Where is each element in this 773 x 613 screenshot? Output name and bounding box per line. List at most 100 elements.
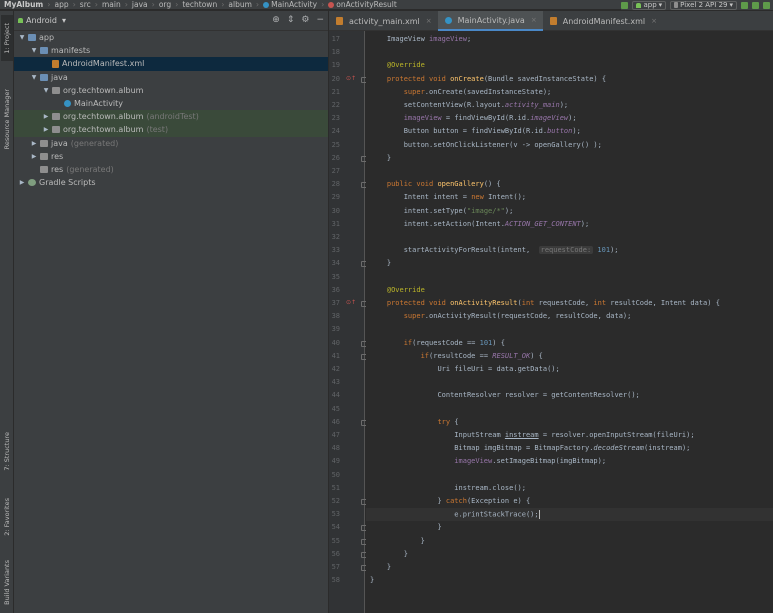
editor-tab[interactable]: AndroidManifest.xml × bbox=[543, 11, 663, 31]
structure-tab[interactable]: 7: Structure bbox=[1, 423, 13, 479]
favorites-label: 2: Favorites bbox=[3, 498, 11, 536]
editor-tab-label: activity_main.xml bbox=[349, 16, 420, 26]
code-line: } bbox=[437, 523, 442, 532]
folder-icon bbox=[52, 126, 60, 134]
code-line: super.onActivityResult(requestCode, resu… bbox=[403, 312, 632, 321]
favorites-tab[interactable]: 2: Favorites bbox=[1, 489, 13, 545]
folder-icon bbox=[40, 139, 48, 147]
minimize-icon[interactable]: − bbox=[316, 15, 324, 25]
breadcrumb-item[interactable]: app bbox=[53, 0, 69, 9]
folder-icon bbox=[40, 73, 48, 81]
tool-window-strip: 1: Project Resource Manager 7: Structure… bbox=[0, 11, 14, 613]
line-number: 34 bbox=[331, 259, 340, 268]
breadcrumb-label: src bbox=[79, 0, 91, 9]
tree-item[interactable]: MainActivity bbox=[14, 97, 328, 110]
tree-item-label: org.techtown.album bbox=[63, 125, 144, 135]
tree-item[interactable]: ▶ org.techtown.album (androidTest) bbox=[14, 110, 328, 124]
line-number: 58 bbox=[331, 576, 340, 585]
tree-item-suffix: (androidTest) bbox=[146, 112, 199, 122]
tree-item[interactable]: ▼ java bbox=[14, 71, 328, 84]
tree-item[interactable]: ▶ Gradle Scripts bbox=[14, 176, 328, 189]
collapse-arrow-icon[interactable]: ▶ bbox=[42, 126, 50, 133]
close-icon[interactable]: × bbox=[651, 17, 657, 25]
collapse-arrow-icon[interactable]: ▶ bbox=[30, 140, 38, 147]
apply-changes-icon[interactable] bbox=[741, 1, 748, 9]
project-panel-header: Android ▾ ⊕ ⇕ ⚙ − bbox=[14, 11, 328, 31]
breadcrumb-item[interactable]: java bbox=[131, 0, 149, 9]
collapse-all-icon[interactable]: ⇕ bbox=[287, 15, 295, 25]
expand-arrow-icon[interactable]: ▼ bbox=[30, 47, 38, 54]
code-line: e.printStackTrace(); bbox=[454, 510, 540, 520]
build-variants-tab[interactable]: Build Variants bbox=[1, 553, 13, 611]
breadcrumb-item[interactable]: techtown bbox=[181, 0, 218, 9]
breadcrumb-separator: › bbox=[47, 0, 51, 9]
breadcrumb-item[interactable]: onActivityResult bbox=[327, 0, 398, 9]
line-number: 23 bbox=[331, 114, 340, 123]
project-panel-tools: ⊕ ⇕ ⚙ − bbox=[272, 15, 324, 25]
breadcrumb-item[interactable]: src bbox=[79, 0, 92, 9]
override-marker-icon[interactable]: ⊙↑ bbox=[346, 299, 356, 306]
editor-tab[interactable]: activity_main.xml × bbox=[329, 11, 438, 31]
code-line: intent.setType("image/*"); bbox=[403, 206, 514, 215]
line-number: 18 bbox=[331, 48, 340, 57]
expand-arrow-icon[interactable]: ▼ bbox=[18, 34, 26, 41]
expand-arrow-icon[interactable]: ▼ bbox=[42, 87, 50, 94]
line-number: 31 bbox=[331, 219, 340, 228]
editor-tab[interactable]: MainActivity.java × bbox=[437, 11, 543, 31]
code-line: super.onCreate(savedInstanceState); bbox=[403, 87, 552, 96]
gradle-icon bbox=[28, 179, 36, 187]
code-line: if(requestCode == 101) { bbox=[403, 338, 505, 347]
tree-item[interactable]: ▶ res bbox=[14, 150, 328, 163]
tree-item-label: manifests bbox=[51, 46, 91, 56]
code-line: protected void onActivityResult(int requ… bbox=[386, 299, 720, 307]
class-icon bbox=[444, 16, 452, 24]
tree-item[interactable]: ▼ app bbox=[14, 31, 328, 44]
tree-item[interactable]: res (generated) bbox=[14, 163, 328, 176]
device-select[interactable]: Pixel 2 API 29 ▾ bbox=[670, 0, 737, 10]
tree-item[interactable]: AndroidManifest.xml bbox=[14, 57, 328, 71]
resource-manager-tab[interactable]: Resource Manager bbox=[1, 73, 13, 165]
collapse-arrow-icon[interactable]: ▶ bbox=[42, 113, 50, 120]
breadcrumb-item[interactable]: MainActivity bbox=[262, 0, 318, 9]
line-number: 38 bbox=[331, 312, 340, 321]
device-label: Pixel 2 API 29 bbox=[680, 1, 728, 9]
line-number: 51 bbox=[331, 483, 340, 492]
project-view-select[interactable]: Android ▾ bbox=[18, 16, 66, 25]
tree-item[interactable]: ▶ org.techtown.album (test) bbox=[14, 123, 328, 137]
tree-item[interactable]: ▼ manifests bbox=[14, 44, 328, 57]
code-line: public void openGallery() { bbox=[386, 180, 501, 189]
code-editor[interactable]: ImageView imageView; @Override protected… bbox=[366, 31, 773, 613]
locate-icon[interactable]: ⊕ bbox=[272, 15, 280, 25]
code-line: Bitmap imgBitmap = BitmapFactory.decodeS… bbox=[454, 444, 691, 453]
line-number: 42 bbox=[331, 365, 340, 373]
code-line: imageView = findViewById(R.id.imageView)… bbox=[403, 114, 577, 123]
close-icon[interactable]: × bbox=[426, 17, 432, 25]
code-line: startActivityForResult(intent, requestCo… bbox=[403, 246, 619, 255]
breadcrumb-label: main bbox=[101, 0, 121, 9]
override-marker-icon[interactable]: ⊙↑ bbox=[346, 75, 356, 82]
run-config-select[interactable]: app ▾ bbox=[632, 0, 667, 10]
project-tool-tab[interactable]: 1: Project bbox=[1, 15, 13, 61]
hammer-icon[interactable] bbox=[621, 1, 629, 9]
line-number: 21 bbox=[331, 87, 340, 96]
debug-icon[interactable] bbox=[763, 1, 770, 9]
tree-item[interactable]: ▶ java (generated) bbox=[14, 137, 328, 150]
android-icon bbox=[18, 18, 23, 23]
tree-item[interactable]: ▼ org.techtown.album bbox=[14, 84, 328, 97]
run-config-label: app bbox=[643, 1, 657, 9]
close-icon[interactable]: × bbox=[531, 16, 537, 24]
collapse-arrow-icon[interactable]: ▶ bbox=[18, 179, 26, 186]
line-number: 49 bbox=[331, 457, 340, 466]
code-line: } bbox=[386, 153, 392, 162]
collapse-arrow-icon[interactable]: ▶ bbox=[30, 153, 38, 160]
breadcrumb-item[interactable]: main bbox=[101, 0, 122, 9]
build-variants-label: Build Variants bbox=[3, 559, 11, 605]
apply-code-changes-icon[interactable] bbox=[752, 1, 759, 9]
gear-icon[interactable]: ⚙ bbox=[301, 15, 309, 25]
breadcrumb-item[interactable]: album bbox=[227, 0, 253, 9]
line-number: 37 bbox=[331, 299, 340, 307]
breadcrumb-item[interactable]: org bbox=[158, 0, 172, 9]
expand-arrow-icon[interactable]: ▼ bbox=[30, 74, 38, 81]
code-line: Button button = findViewById(R.id.button… bbox=[403, 127, 581, 136]
breadcrumb-item[interactable]: MyAlbum bbox=[0, 0, 44, 9]
